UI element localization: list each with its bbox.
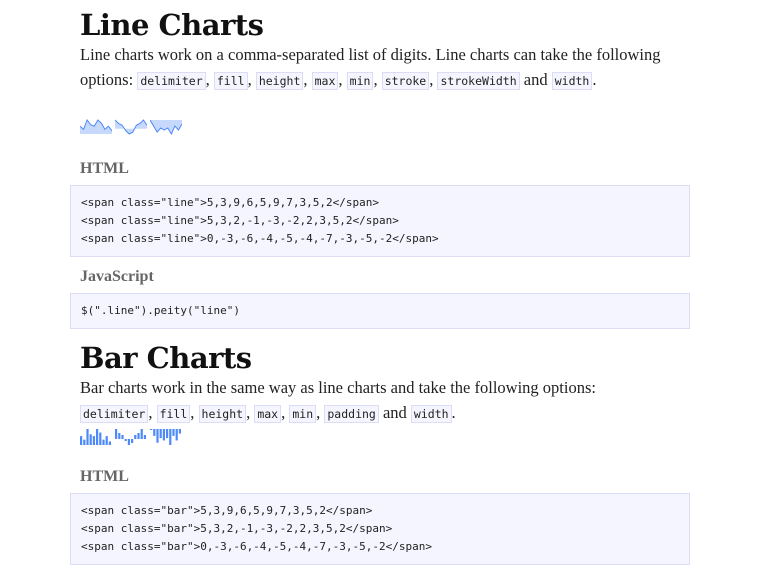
sparkline-bar [169,429,172,445]
sparkline-bar [166,429,169,439]
sparkline-bar [115,429,118,439]
bar-sparkline [80,429,111,445]
sparkline-bar [124,439,127,441]
option-code-stroke: stroke [381,72,430,90]
option-code-strokeWidth: strokeWidth [437,72,520,90]
code-line: <span class="bar">5,3,2,-1,-3,-2,2,3,5,2… [81,522,393,535]
code-line: <span class="line">5,3,9,6,5,9,7,3,5,2</… [81,196,380,209]
sparkline-bar [153,429,156,436]
line-sparklines [80,119,182,135]
bar-charts-heading: Bar Charts [80,341,252,375]
code-line: <span class="bar">5,3,9,6,5,9,7,3,5,2</s… [81,504,373,517]
bar-sparkline [150,429,181,445]
option-code-fill: fill [213,72,248,90]
option-code-delimiter: delimiter [80,405,149,423]
option-code-fill: fill [156,405,191,423]
line-html-code-block: <span class="line">5,3,9,6,5,9,7,3,5,2</… [70,185,690,257]
sparkline-bar [86,429,89,445]
sparkline-bar [121,435,124,439]
sparkline-bar [178,429,181,434]
sparkline-bar [143,435,146,439]
sparkline-bar [89,434,92,445]
bar-html-heading: HTML [80,468,129,485]
bar-charts-description: Bar charts work in the same way as line … [80,378,596,423]
sparkline-fill [115,120,147,134]
sparkline-bar [92,436,95,445]
sparkline-bar [159,429,162,439]
line-js-heading: JavaScript [80,268,154,285]
line-sparkline [80,119,112,134]
sparkline-bar [134,435,137,439]
sparkline-bar [162,429,165,441]
sparkline-bar [127,439,130,445]
option-code-height: height [198,405,247,423]
sparkline-bar [102,439,105,445]
option-code-min: min [289,405,317,423]
line-charts-heading: Line Charts [80,8,264,42]
sparkline-bar [118,433,121,439]
bar-sparklines [80,429,182,445]
code-line: <span class="line">0,-3,-6,-4,-5,-4,-7,-… [81,232,439,245]
option-code-max: max [311,72,339,90]
bar-html-code-block: <span class="bar">5,3,9,6,5,9,7,3,5,2</s… [70,493,690,565]
sparkline-bar [150,429,153,430]
sparkline-bar [137,433,140,439]
line-sparkline [115,119,147,135]
option-code-delimiter: delimiter [137,72,206,90]
and-text: and [382,403,411,422]
line-js-code-block: $(".line").peity("line") [70,293,690,329]
line-html-heading: HTML [80,160,129,177]
sparkline-fill [150,120,182,134]
sparkline-bar [172,429,175,436]
sparkline-bar [105,436,108,445]
description-text: Bar charts work in the same way as line … [80,378,596,397]
option-code-min: min [346,72,374,90]
option-code-width: width [410,405,452,423]
option-code-max: max [254,405,282,423]
option-code-padding: padding [324,405,379,423]
sparkline-bar [131,439,134,443]
code-line: <span class="bar">0,-3,-6,-4,-5,-4,-7,-3… [81,540,432,553]
and-text: and [523,70,552,89]
option-code-height: height [255,72,304,90]
code-line: $(".line").peity("line") [81,304,240,317]
sparkline-bar [80,436,83,445]
line-charts-description: Line charts work on a comma-separated li… [80,45,661,90]
sparkline-bar [96,429,99,445]
sparkline-bar [156,429,159,443]
bar-sparkline [115,429,146,445]
sparkline-bar [140,429,143,439]
sparkline-bar [175,429,178,441]
sparkline-bar [83,439,86,445]
code-line: <span class="line">5,3,2,-1,-3,-2,2,3,5,… [81,214,399,227]
sparkline-bar [108,441,111,445]
sparkline-bar [99,432,102,445]
option-code-width: width [551,72,593,90]
line-sparkline [150,119,182,135]
